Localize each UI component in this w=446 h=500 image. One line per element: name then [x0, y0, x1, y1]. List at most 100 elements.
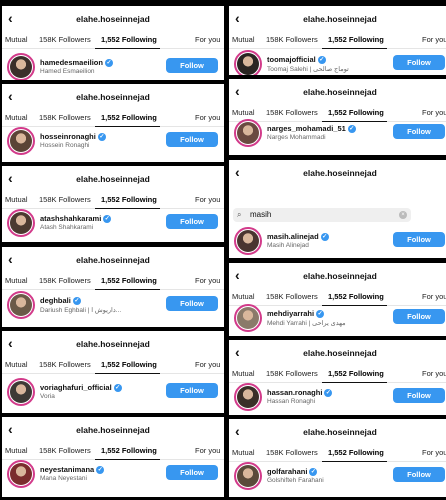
tab-followers[interactable]: 158K Followers	[266, 35, 318, 44]
tab-followers[interactable]: 158K Followers	[266, 292, 318, 301]
account-handle[interactable]: hamedesmaeilion ✓	[40, 58, 113, 68]
account-handle[interactable]: deghbali ✓	[40, 296, 81, 306]
tab-mutual[interactable]: Mutual	[5, 276, 28, 285]
tab-for-you[interactable]: For you	[195, 276, 220, 285]
tab-following[interactable]: 1,552 Following	[101, 446, 157, 455]
avatar[interactable]	[234, 119, 262, 147]
account-handle[interactable]: hosseinronaghi ✓	[40, 132, 106, 142]
account-handle[interactable]: hassan.ronaghi ✓	[267, 388, 333, 398]
tab-for-you[interactable]: For you	[422, 369, 446, 378]
avatar[interactable]	[234, 462, 262, 490]
tab-followers[interactable]: 158K Followers	[39, 276, 91, 285]
tab-mutual[interactable]: Mutual	[232, 35, 255, 44]
list-item[interactable]: narges_mohamadi_51 ✓ Narges Mohammadi Follo…	[229, 117, 446, 149]
list-item[interactable]: toomajofficial ✓ Toomaj Salehi | توماج صال…	[229, 48, 446, 75]
avatar[interactable]	[7, 53, 35, 80]
avatar[interactable]	[234, 383, 262, 411]
avatar[interactable]	[7, 291, 35, 319]
tab-followers[interactable]: 158K Followers	[39, 446, 91, 455]
tab-followers[interactable]: 158K Followers	[39, 35, 91, 44]
right-column: ‹ elahe.hoseinnejad Mutual 158K Followers 1,…	[229, 0, 446, 500]
avatar[interactable]	[7, 378, 35, 406]
tab-for-you[interactable]: For you	[195, 195, 220, 204]
tab-following[interactable]: 1,552 Following	[328, 369, 384, 378]
tab-followers[interactable]: 158K Followers	[39, 195, 91, 204]
list-item[interactable]: voriaghafuri_official ✓ Voria Follow	[2, 376, 224, 408]
avatar-photo	[10, 294, 32, 316]
follow-button[interactable]: Follow	[393, 309, 445, 324]
handle-text: masih.alinejad	[267, 232, 319, 241]
tab-followers[interactable]: 158K Followers	[266, 448, 318, 457]
account-handle[interactable]: mehdiyarrahi ✓	[267, 309, 325, 319]
tab-mutual[interactable]: Mutual	[5, 195, 28, 204]
tab-for-you[interactable]: For you	[422, 35, 446, 44]
tab-mutual[interactable]: Mutual	[232, 292, 255, 301]
account-handle[interactable]: atashshahkarami ✓	[40, 214, 112, 224]
tab-followers[interactable]: 158K Followers	[39, 360, 91, 369]
header: ‹ elahe.hoseinnejad	[2, 335, 224, 351]
follow-button[interactable]: Follow	[393, 55, 445, 70]
follow-button[interactable]: Follow	[166, 214, 218, 229]
list-item[interactable]: hamedesmaeilion ✓ Hamed Esmaeilion Follow	[2, 51, 224, 80]
avatar[interactable]	[234, 227, 262, 255]
avatar[interactable]	[234, 304, 262, 332]
tab-following[interactable]: 1,552 Following	[101, 276, 157, 285]
tab-mutual[interactable]: Mutual	[5, 360, 28, 369]
account-handle[interactable]: voriaghafuri_official ✓	[40, 383, 122, 393]
tab-for-you[interactable]: For you	[422, 108, 446, 117]
follow-button[interactable]: Follow	[166, 58, 218, 73]
list-item[interactable]: hassan.ronaghi ✓ Hassan Ronaghi Follow	[229, 381, 446, 413]
following-screen: ‹ elahe.hoseinnejad Mutual 158K Followers 1,…	[229, 6, 446, 75]
avatar[interactable]	[7, 209, 35, 237]
follow-button[interactable]: Follow	[166, 383, 218, 398]
follow-button[interactable]: Follow	[393, 232, 445, 247]
tab-following[interactable]: 1,552 Following	[101, 113, 157, 122]
tab-following[interactable]: 1,552 Following	[328, 448, 384, 457]
tab-for-you[interactable]: For you	[422, 292, 446, 301]
tab-for-you[interactable]: For you	[195, 360, 220, 369]
account-handle[interactable]: narges_mohamadi_51 ✓	[267, 124, 356, 134]
list-item[interactable]: deghbali ✓ Dariush Eghbali | داریوش ا... Fo…	[2, 289, 224, 321]
tab-mutual[interactable]: Mutual	[5, 113, 28, 122]
clear-icon[interactable]: ×	[399, 211, 407, 219]
tab-for-you[interactable]: For you	[195, 446, 220, 455]
account-handle[interactable]: neyestanimana ✓	[40, 465, 105, 475]
tab-mutual[interactable]: Mutual	[232, 448, 255, 457]
avatar[interactable]	[7, 460, 35, 488]
avatar[interactable]	[234, 50, 262, 75]
list-item[interactable]: hosseinronaghi ✓ Hossein Ronaghi Follow	[2, 125, 224, 157]
list-item[interactable]: golfarahani ✓ Golshifteh Farahani Follow	[229, 460, 446, 492]
follow-button[interactable]: Follow	[393, 124, 445, 139]
tab-followers[interactable]: 158K Followers	[266, 369, 318, 378]
list-item[interactable]: neyestanimana ✓ Mana Neyestani Follow	[2, 458, 224, 490]
account-handle[interactable]: masih.alinejad ✓	[267, 232, 329, 242]
account-handle[interactable]: toomajofficial ✓	[267, 55, 326, 65]
search-input[interactable]: ⌕ masih ×	[233, 208, 411, 222]
follow-button[interactable]: Follow	[166, 296, 218, 311]
follow-button[interactable]: Follow	[166, 132, 218, 147]
tab-following[interactable]: 1,552 Following	[101, 195, 157, 204]
avatar[interactable]	[7, 127, 35, 155]
tab-mutual[interactable]: Mutual	[5, 446, 28, 455]
follow-button[interactable]: Follow	[393, 467, 445, 482]
tab-for-you[interactable]: For you	[195, 113, 220, 122]
account-handle[interactable]: golfarahani ✓	[267, 467, 318, 477]
tab-followers[interactable]: 158K Followers	[39, 113, 91, 122]
tab-for-you[interactable]: For you	[195, 35, 220, 44]
tab-following[interactable]: 1,552 Following	[328, 108, 384, 117]
handle-text: hosseinronaghi	[40, 132, 96, 141]
list-item[interactable]: mehdiyarrahi ✓ Mehdi Yarrahi | مهدی یراحی F…	[229, 302, 446, 334]
list-item[interactable]: atashshahkarami ✓ Atash Shahkarami Follow	[2, 207, 224, 239]
tab-following[interactable]: 1,552 Following	[328, 35, 384, 44]
tab-following[interactable]: 1,552 Following	[328, 292, 384, 301]
list-item[interactable]: masih.alinejad ✓ Masih Alinejad Follow	[229, 225, 446, 257]
tab-mutual[interactable]: Mutual	[5, 35, 28, 44]
follow-button[interactable]: Follow	[393, 388, 445, 403]
follow-button[interactable]: Follow	[166, 465, 218, 480]
tab-mutual[interactable]: Mutual	[232, 108, 255, 117]
tab-following[interactable]: 1,552 Following	[101, 35, 157, 44]
tab-following[interactable]: 1,552 Following	[101, 360, 157, 369]
tab-for-you[interactable]: For you	[422, 448, 446, 457]
tab-mutual[interactable]: Mutual	[232, 369, 255, 378]
tab-followers[interactable]: 158K Followers	[266, 108, 318, 117]
